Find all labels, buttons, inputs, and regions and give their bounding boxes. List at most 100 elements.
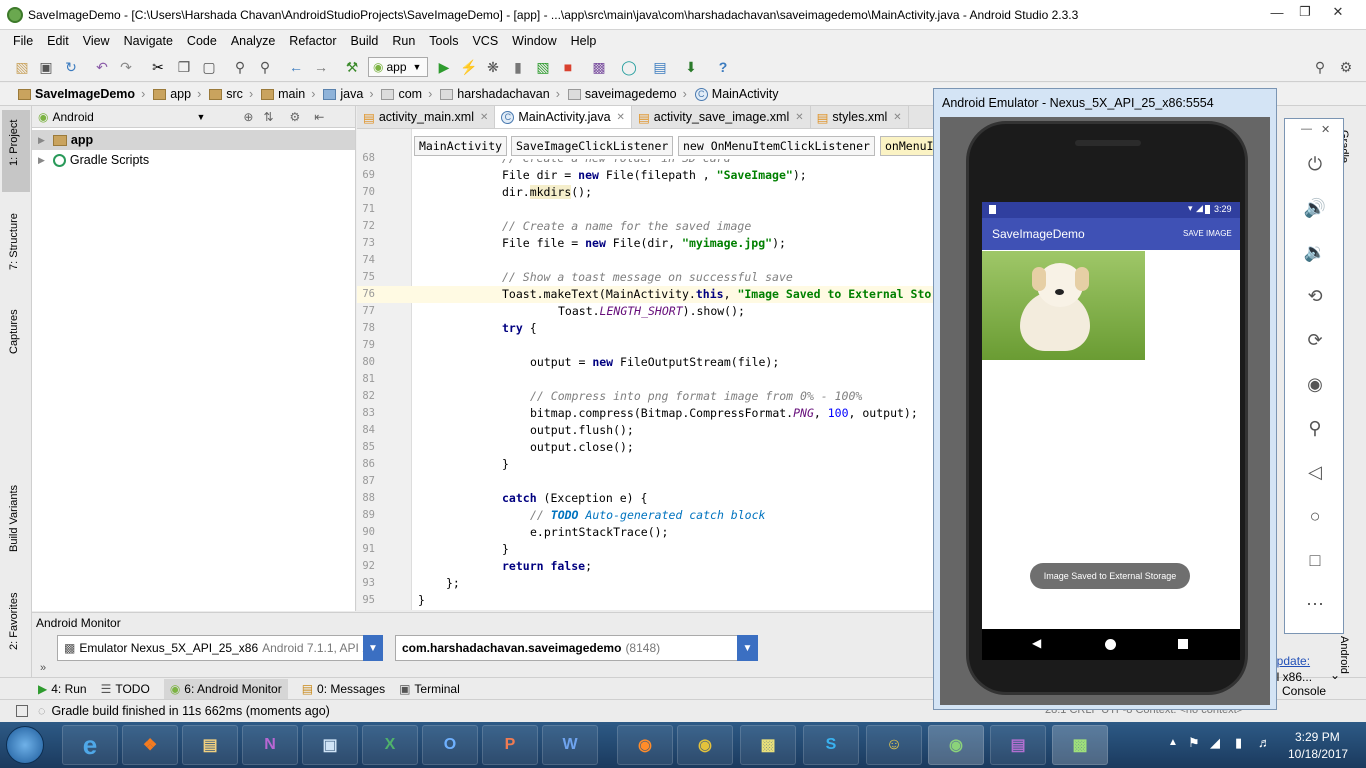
flag-icon[interactable]: ⚑ <box>1188 735 1200 751</box>
file-explorer-app[interactable]: ▤ <box>182 725 238 765</box>
close-tab-icon[interactable]: ✕ <box>480 112 488 123</box>
close-tab-icon[interactable]: ✕ <box>893 112 901 123</box>
recents-icon[interactable] <box>1178 639 1188 649</box>
sync-icon[interactable]: ↻ <box>63 59 79 75</box>
android-studio-app[interactable]: ◉ <box>928 725 984 765</box>
device-select[interactable]: ▩ Emulator Nexus_5X_API_25_x86 Android 7… <box>57 635 383 661</box>
breadcrumb-project[interactable]: SaveImageDemo › <box>14 87 149 101</box>
minimize-emulator-icon[interactable]: — <box>1301 123 1312 135</box>
search-everywhere-icon[interactable]: ⚲ <box>1312 59 1328 75</box>
paste-icon[interactable]: ▢ <box>201 59 217 75</box>
sync-target-icon[interactable]: ⊕ <box>243 110 253 124</box>
tab-styles-xml[interactable]: ▤ styles.xml ✕ <box>811 106 909 128</box>
camera-icon[interactable]: ◉ <box>1303 372 1327 396</box>
winrar-app[interactable]: ▤ <box>990 725 1046 765</box>
back-icon[interactable]: ◀ <box>1032 636 1041 650</box>
code-crumb-onmenuitemclick[interactable]: onMenuI <box>880 136 933 156</box>
make-project-icon[interactable]: ⚒ <box>344 59 360 75</box>
tab-build-variants[interactable]: Build Variants <box>8 485 20 552</box>
expand-chevrons-icon[interactable]: » <box>40 662 46 674</box>
toggle-tool-windows-icon[interactable] <box>16 704 28 717</box>
menu-navigate[interactable]: Navigate <box>117 34 180 48</box>
open-folder-icon[interactable]: ▧ <box>14 59 30 75</box>
network-signal-icon[interactable]: ◢ <box>1210 735 1220 751</box>
skype-app[interactable]: S <box>803 725 859 765</box>
save-image-button[interactable]: SAVE IMAGE <box>1183 229 1232 238</box>
menu-build[interactable]: Build <box>344 34 386 48</box>
genie-app[interactable]: ☺ <box>866 725 922 765</box>
tab-project[interactable]: 1: Project <box>8 120 20 166</box>
close-tab-icon[interactable]: ✕ <box>795 112 803 123</box>
menu-run[interactable]: Run <box>385 34 422 48</box>
expand-arrow-icon[interactable]: ▶ <box>38 135 45 146</box>
back-icon[interactable]: ◁ <box>1303 460 1327 484</box>
close-button[interactable]: ✕ <box>1325 3 1351 21</box>
project-structure-icon[interactable]: ▤ <box>652 59 668 75</box>
menu-window[interactable]: Window <box>505 34 563 48</box>
ie-app[interactable]: e <box>62 725 118 765</box>
cut-icon[interactable]: ✂ <box>150 59 166 75</box>
run-icon[interactable]: ▶ <box>436 59 452 75</box>
find-icon[interactable]: ⚲ <box>232 59 248 75</box>
breadcrumb-harshadachavan[interactable]: harshadachavan › <box>436 87 564 101</box>
breadcrumb-src[interactable]: src › <box>205 87 257 101</box>
chrome-app[interactable]: ◉ <box>677 725 733 765</box>
stop-icon[interactable]: ■ <box>560 59 576 75</box>
battery-tray-icon[interactable]: ▮ <box>1235 735 1242 751</box>
home-icon[interactable]: ○ <box>1303 504 1327 528</box>
tab-favorites[interactable]: 2: Favorites <box>8 593 20 650</box>
chevron-down-icon[interactable]: ⌄ <box>1330 668 1340 682</box>
close-emulator-icon[interactable]: ✕ <box>1321 123 1330 136</box>
menu-view[interactable]: View <box>76 34 117 48</box>
zoom-icon[interactable]: ⚲ <box>1303 416 1327 440</box>
tab-activity-main-xml[interactable]: ▤ activity_main.xml ✕ <box>357 106 496 128</box>
tab-terminal[interactable]: ▣ Terminal <box>399 682 460 696</box>
start-button[interactable] <box>6 726 44 764</box>
redo-icon[interactable]: ↷ <box>118 59 134 75</box>
tab-android-monitor[interactable]: ◉ 6: Android Monitor <box>163 678 288 699</box>
code-crumb-mainactivity[interactable]: MainActivity <box>414 136 508 156</box>
onenote-app[interactable]: N <box>242 725 298 765</box>
run-config-select[interactable]: ◉ app ▼ <box>368 57 428 77</box>
menu-vcs[interactable]: VCS <box>465 34 505 48</box>
volume-tray-icon[interactable]: ♬ <box>1258 735 1271 750</box>
rotate-right-icon[interactable]: ⟳ <box>1303 328 1327 352</box>
tab-mainactivity-java[interactable]: C MainActivity.java ✕ <box>495 106 632 128</box>
hide-icon[interactable]: ⇤ <box>314 110 324 124</box>
breadcrumb-java[interactable]: java › <box>319 87 377 101</box>
debug-icon[interactable]: ❋ <box>485 59 501 75</box>
avd-manager-icon[interactable]: ▩ <box>591 59 607 75</box>
tree-item-app[interactable]: ▶ app <box>38 133 93 147</box>
expand-arrow-icon[interactable]: ▶ <box>38 155 45 166</box>
process-dropdown-button[interactable]: ▼ <box>737 635 758 661</box>
menu-help[interactable]: Help <box>564 34 604 48</box>
network-app[interactable]: ▣ <box>302 725 358 765</box>
firefox-app[interactable]: ◉ <box>617 725 673 765</box>
menu-edit[interactable]: Edit <box>40 34 76 48</box>
breadcrumb-mainactivity[interactable]: C MainActivity <box>691 87 783 101</box>
chevron-down-icon[interactable]: ▼ <box>196 112 205 122</box>
apply-changes-icon[interactable]: ⚡ <box>460 59 477 75</box>
outlook-app[interactable]: O <box>422 725 478 765</box>
gear-icon[interactable]: ⚙ <box>290 110 301 124</box>
process-select[interactable]: com.harshadachavan.saveimagedemo (8148) <box>395 635 758 661</box>
tab-structure[interactable]: 7: Structure <box>8 213 20 270</box>
menu-code[interactable]: Code <box>180 34 224 48</box>
sync-gradle-icon[interactable]: ◯ <box>621 59 637 75</box>
close-tab-icon[interactable]: ✕ <box>617 112 625 123</box>
settings-icon[interactable]: ⚙ <box>1338 59 1354 75</box>
tab-activity-save-image-xml[interactable]: ▤ activity_save_image.xml ✕ <box>632 106 811 128</box>
back-icon[interactable]: ← <box>288 59 304 75</box>
power-icon[interactable]: ⏻ <box>1303 152 1327 176</box>
device-screen[interactable]: ▾ ◢ 3:29 SaveImageDemo SAVE IMAGE Image … <box>982 202 1240 660</box>
tab-todo[interactable]: ☰ TODO <box>101 682 150 696</box>
emulator-app[interactable]: ▩ <box>1052 725 1108 765</box>
code-crumb-saveimageclicklistener[interactable]: SaveImageClickListener <box>511 136 674 156</box>
save-all-icon[interactable]: ▣ <box>38 59 54 75</box>
profile-icon[interactable]: ▮ <box>510 59 526 75</box>
code-crumb-onmenuitemclicklistener[interactable]: new OnMenuItemClickListener <box>678 136 875 156</box>
device-dropdown-button[interactable]: ▼ <box>363 635 383 661</box>
rotate-left-icon[interactable]: ⟲ <box>1303 284 1327 308</box>
tab-messages[interactable]: ▤ 0: Messages <box>302 682 385 696</box>
overview-icon[interactable]: □ <box>1303 548 1327 572</box>
